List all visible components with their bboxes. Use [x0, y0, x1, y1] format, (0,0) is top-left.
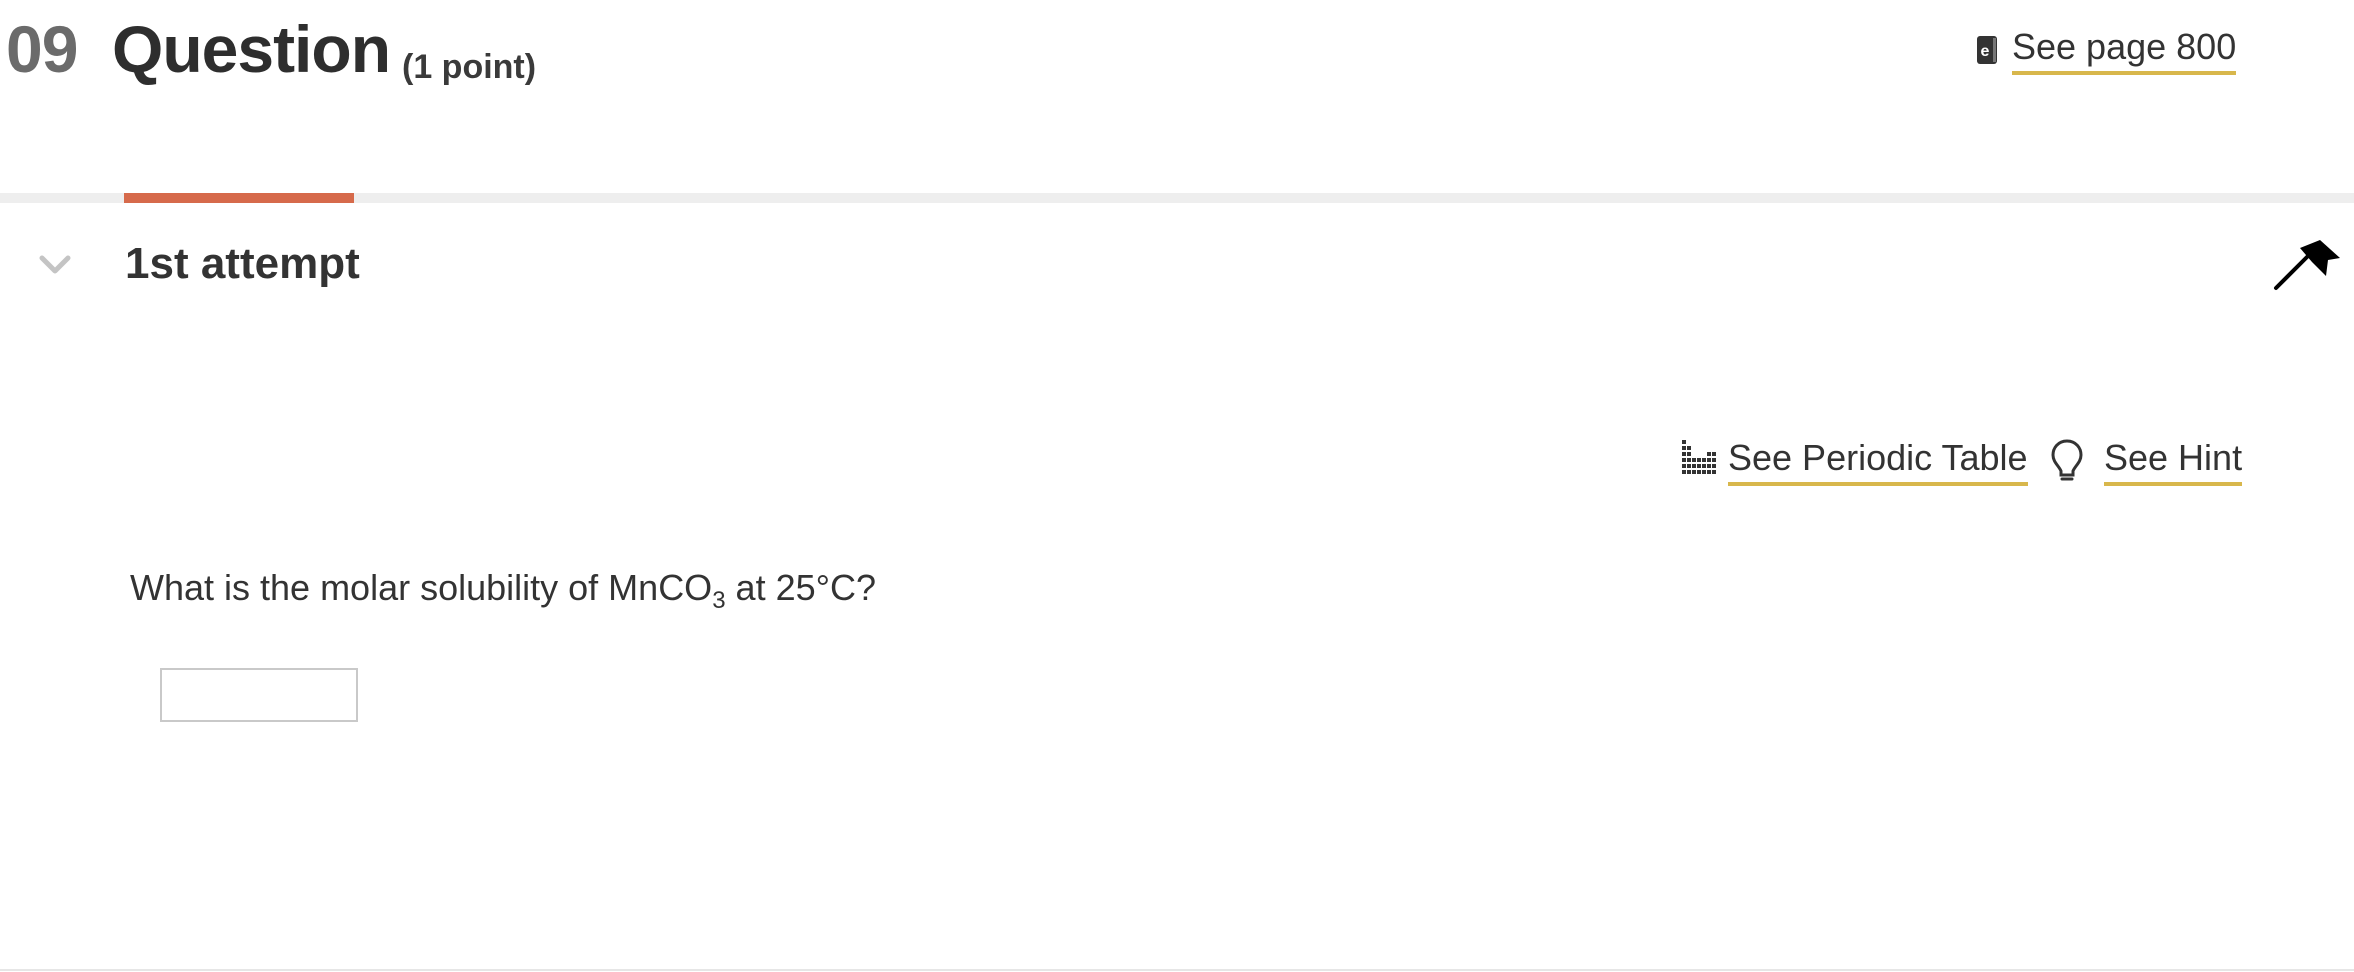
lightbulb-icon	[2050, 438, 2084, 484]
question-text-tail: at 25°C?	[725, 567, 877, 608]
question-title: Question	[112, 12, 391, 86]
question-points: (1 point)	[402, 48, 537, 86]
see-periodic-table-link[interactable]: See Periodic Table	[1680, 438, 2028, 486]
see-page-label[interactable]: See page 800	[2012, 27, 2237, 75]
flag-icon[interactable]	[2270, 238, 2342, 294]
attempt-label: 1st attempt	[125, 239, 360, 288]
question-text: What is the molar solubility of MnCO3 at…	[130, 566, 877, 613]
see-hint-label[interactable]: See Hint	[2104, 438, 2243, 486]
svg-text:e: e	[1981, 43, 1990, 60]
see-periodic-table-label[interactable]: See Periodic Table	[1728, 438, 2028, 486]
question-number: 09	[6, 12, 78, 86]
question-subscript: 3	[712, 587, 726, 614]
attempt-progress-fill	[124, 193, 354, 203]
see-page-link[interactable]: e See page 800	[1976, 27, 2237, 75]
chevron-down-icon[interactable]	[38, 250, 72, 280]
bottom-divider	[0, 969, 2354, 971]
answer-input[interactable]	[160, 668, 358, 722]
ebook-icon: e	[1976, 35, 1998, 65]
question-text-main: What is the molar solubility of MnCO	[130, 567, 713, 608]
see-hint-link[interactable]: See Hint	[2050, 438, 2243, 486]
periodic-table-icon	[1680, 438, 1718, 476]
